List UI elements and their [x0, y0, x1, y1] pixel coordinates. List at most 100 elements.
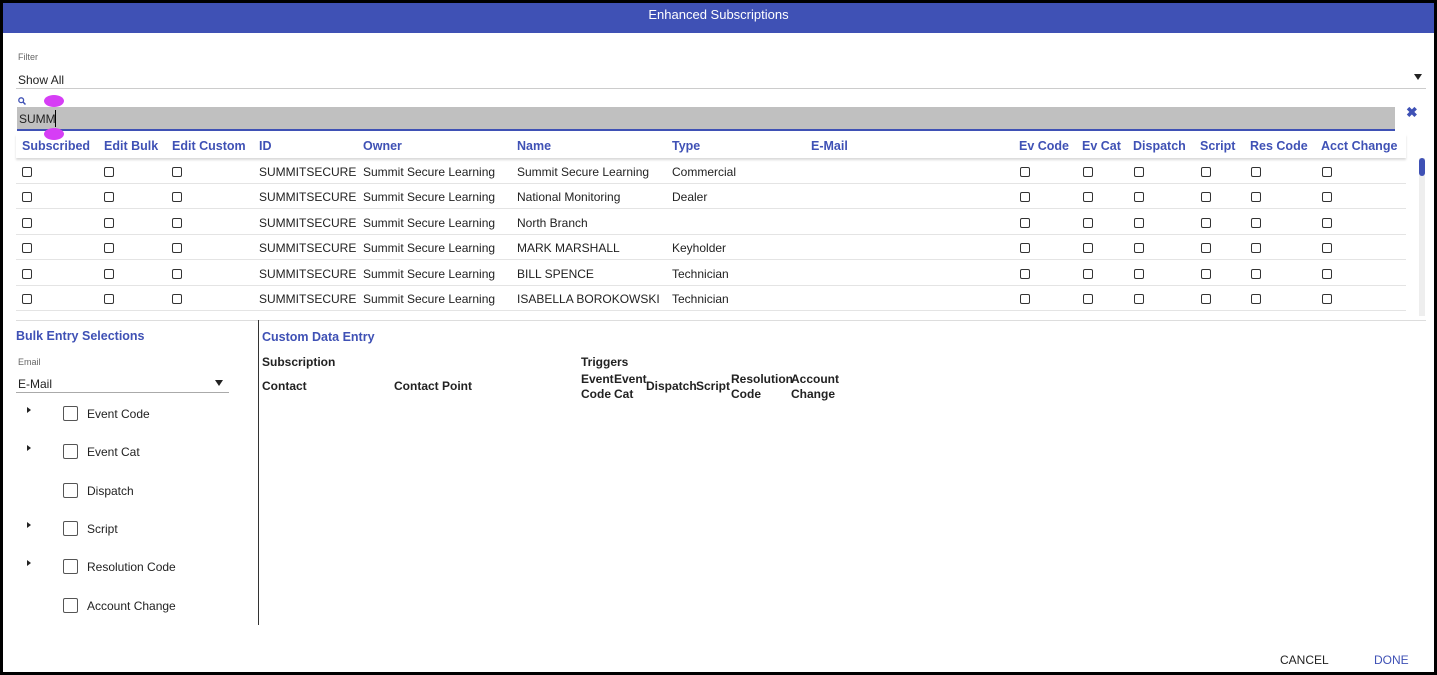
checkbox-res-code[interactable] [1251, 192, 1261, 203]
checkbox-edit-bulk[interactable] [104, 217, 114, 228]
checkbox-ev-cat[interactable] [1083, 167, 1093, 177]
checkbox-acct-change[interactable] [1322, 217, 1332, 228]
checkbox-res-code[interactable] [1251, 167, 1261, 177]
checkbox-acct-change[interactable] [1322, 192, 1332, 203]
table-row[interactable]: SUMMITSECURE Summit Secure Learning Nation… [16, 184, 1406, 210]
checkbox-edit-custom[interactable] [172, 268, 182, 279]
cell-id: SUMMITSECURE [259, 190, 357, 205]
checkbox-edit-custom[interactable] [172, 167, 182, 177]
cell-type: Technician [672, 292, 729, 306]
filter-select[interactable]: Show All [16, 70, 1426, 89]
checkbox-edit-bulk[interactable] [104, 294, 114, 304]
search-input[interactable]: SUMM [17, 107, 1395, 131]
checkbox-subscribed[interactable] [22, 192, 32, 203]
expand-arrow-icon[interactable] [27, 521, 31, 528]
expand-arrow-icon[interactable] [27, 445, 31, 452]
checkbox-subscribed[interactable] [22, 217, 32, 228]
bulk-checkbox[interactable] [63, 559, 78, 575]
checkbox-script[interactable] [1201, 192, 1211, 203]
checkbox-ev-code[interactable] [1020, 192, 1030, 203]
column-header[interactable]: ID [259, 139, 272, 153]
cell-name: National Monitoring [517, 190, 621, 205]
checkbox-dispatch[interactable] [1134, 192, 1144, 203]
checkbox-ev-code[interactable] [1020, 243, 1030, 254]
checkbox-ev-cat[interactable] [1083, 192, 1093, 203]
bulk-checkbox[interactable] [63, 482, 78, 498]
checkbox-res-code[interactable] [1251, 294, 1261, 304]
bulk-item-label: Event Code [87, 407, 150, 421]
bulk-checkbox[interactable] [63, 520, 78, 536]
expand-arrow-icon[interactable] [27, 407, 31, 413]
checkbox-dispatch[interactable] [1134, 243, 1144, 254]
checkbox-res-code[interactable] [1251, 268, 1261, 279]
clear-search-icon[interactable]: ✖ [1406, 104, 1418, 121]
checkbox-edit-custom[interactable] [172, 217, 182, 228]
column-header[interactable]: E-Mail [811, 139, 848, 153]
cell-name: Summit Secure Learning [517, 165, 650, 179]
checkbox-acct-change[interactable] [1322, 294, 1332, 304]
table-row[interactable]: SUMMITSECURE Summit Secure Learning North … [16, 210, 1406, 235]
checkbox-edit-custom[interactable] [172, 243, 182, 254]
selection-handle-top[interactable] [44, 95, 64, 107]
checkbox-ev-cat[interactable] [1083, 294, 1093, 304]
checkbox-script[interactable] [1201, 243, 1211, 254]
checkbox-ev-code[interactable] [1020, 294, 1030, 304]
checkbox-ev-cat[interactable] [1083, 243, 1093, 254]
email-select[interactable]: E-Mail [16, 374, 229, 393]
checkbox-res-code[interactable] [1251, 243, 1261, 254]
column-header[interactable]: Script [1200, 139, 1235, 153]
bulk-checkbox[interactable] [63, 444, 78, 460]
column-header[interactable]: Dispatch [1133, 139, 1186, 153]
column-header[interactable]: Type [672, 139, 700, 153]
checkbox-acct-change[interactable] [1322, 243, 1332, 254]
checkbox-script[interactable] [1201, 294, 1211, 304]
checkbox-script[interactable] [1201, 268, 1211, 279]
done-button[interactable]: DONE [1374, 653, 1409, 667]
email-value: E-Mail [18, 377, 53, 391]
column-header[interactable]: Ev Code [1019, 139, 1069, 153]
checkbox-ev-code[interactable] [1020, 268, 1030, 279]
checkbox-dispatch[interactable] [1134, 268, 1144, 279]
checkbox-ev-cat[interactable] [1083, 268, 1093, 279]
column-header[interactable]: Edit Bulk [104, 139, 158, 153]
checkbox-dispatch[interactable] [1134, 217, 1144, 228]
column-header[interactable]: Ev Cat [1082, 139, 1121, 153]
checkbox-acct-change[interactable] [1322, 167, 1332, 177]
checkbox-ev-code[interactable] [1020, 167, 1030, 177]
cell-id: SUMMITSECURE [259, 266, 357, 281]
checkbox-edit-custom[interactable] [172, 192, 182, 203]
column-header[interactable]: Res Code [1250, 139, 1308, 153]
checkbox-dispatch[interactable] [1134, 294, 1144, 304]
checkbox-subscribed[interactable] [22, 268, 32, 279]
bulk-checkbox[interactable] [63, 406, 78, 421]
column-header[interactable]: Edit Custom [172, 139, 246, 153]
table-row[interactable]: SUMMITSECURE Summit Secure Learning Summit… [16, 159, 1406, 184]
expand-arrow-icon[interactable] [27, 560, 31, 567]
checkbox-dispatch[interactable] [1134, 167, 1144, 177]
checkbox-script[interactable] [1201, 217, 1211, 228]
table-row[interactable]: SUMMITSECURE Summit Secure Learning ISABEL… [16, 286, 1406, 311]
bulk-checkbox[interactable] [63, 597, 78, 613]
checkbox-edit-bulk[interactable] [104, 243, 114, 254]
checkbox-edit-bulk[interactable] [104, 192, 114, 203]
column-header[interactable]: Owner [363, 139, 402, 153]
checkbox-ev-code[interactable] [1020, 217, 1030, 228]
checkbox-ev-cat[interactable] [1083, 217, 1093, 228]
divider [16, 320, 1426, 321]
column-header[interactable]: Acct Change [1321, 139, 1397, 153]
checkbox-script[interactable] [1201, 167, 1211, 177]
checkbox-edit-bulk[interactable] [104, 167, 114, 177]
checkbox-edit-bulk[interactable] [104, 268, 114, 279]
table-row[interactable]: SUMMITSECURE Summit Secure Learning BILL S… [16, 261, 1406, 286]
column-header[interactable]: Subscribed [22, 139, 90, 153]
scrollbar[interactable] [1419, 158, 1425, 316]
column-header[interactable]: Name [517, 139, 551, 153]
table-row[interactable]: SUMMITSECURE Summit Secure Learning MARK M… [16, 235, 1406, 261]
cancel-button[interactable]: CANCEL [1280, 653, 1329, 667]
checkbox-subscribed[interactable] [22, 167, 32, 177]
checkbox-acct-change[interactable] [1322, 268, 1332, 279]
checkbox-edit-custom[interactable] [172, 294, 182, 304]
checkbox-subscribed[interactable] [22, 243, 32, 254]
checkbox-res-code[interactable] [1251, 217, 1261, 228]
checkbox-subscribed[interactable] [22, 294, 32, 304]
